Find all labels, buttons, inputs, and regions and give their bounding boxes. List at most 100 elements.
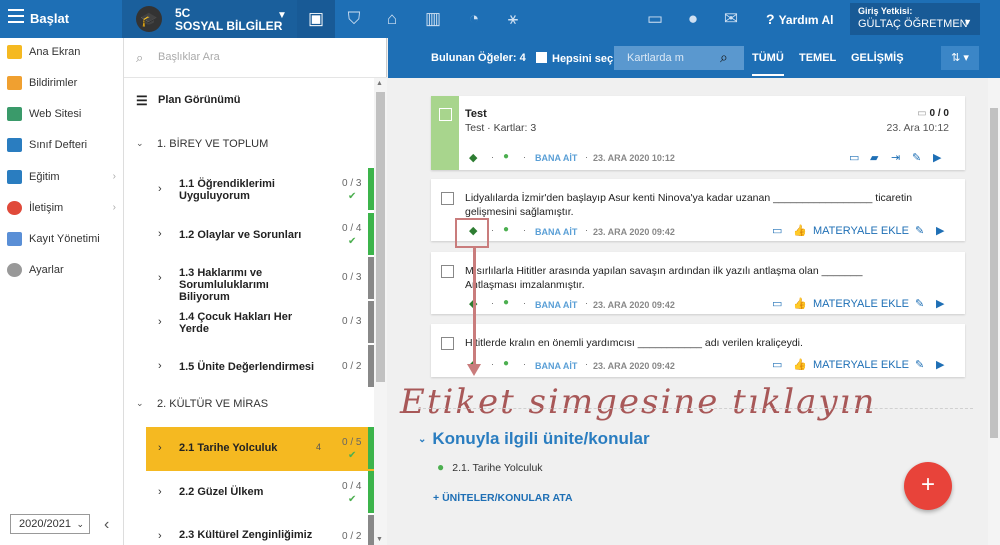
- edit-icon[interactable]: ✎: [912, 151, 921, 164]
- thumbs-up-icon[interactable]: 👍: [793, 224, 807, 237]
- play-icon[interactable]: ▶: [936, 297, 944, 310]
- user-selector[interactable]: Giriş Yetkisi: GÜLTAÇ ÖĞRETMEN ▼: [850, 3, 980, 35]
- test-card[interactable]: Test Test · Kartlar: 3 ▭ 0 / 0 23. Ara 10…: [431, 96, 965, 170]
- nav-item-bildirimler[interactable]: Bildirimler: [0, 69, 124, 97]
- cast-icon[interactable]: ▭: [772, 224, 782, 237]
- cast-icon[interactable]: ▭: [636, 0, 674, 38]
- checkbox[interactable]: [536, 52, 547, 63]
- unit-row[interactable]: › 1.3 Haklarımı ve Sorumluluklarımı Biliy…: [146, 257, 374, 303]
- test-subtitle: Test · Kartlar: 3: [465, 122, 537, 134]
- edit-icon[interactable]: ✎: [915, 224, 924, 237]
- nav-item-egitim[interactable]: Eğitim ›: [0, 163, 124, 191]
- edit-icon[interactable]: ✎: [915, 297, 924, 310]
- mail-icon[interactable]: ✉: [712, 0, 750, 38]
- card-checkbox[interactable]: [441, 192, 454, 205]
- question-icon: ?: [766, 11, 775, 27]
- institution-icon[interactable]: ⌂: [373, 0, 411, 38]
- cast-icon[interactable]: ▭: [849, 151, 859, 164]
- globe-icon[interactable]: ●: [503, 297, 509, 308]
- thumbs-up-icon[interactable]: 👍: [793, 358, 807, 371]
- tab-temel[interactable]: TEMEL: [799, 52, 836, 64]
- highlight-box: [455, 218, 489, 248]
- globe-icon[interactable]: ●: [503, 151, 509, 162]
- help-button[interactable]: ? Yardım Al: [766, 11, 833, 27]
- play-icon[interactable]: ▶: [936, 358, 944, 371]
- user-name: GÜLTAÇ ÖĞRETMEN: [858, 18, 968, 30]
- content-scrollbar[interactable]: [988, 78, 1000, 545]
- tab-gelismis[interactable]: GELİŞMİŞ: [851, 52, 904, 64]
- nav-item-ayarlar[interactable]: Ayarlar: [0, 256, 124, 284]
- bar-chart-icon[interactable]: ▥: [414, 0, 452, 38]
- menu-icon[interactable]: [8, 9, 24, 23]
- globe-icon[interactable]: ●: [503, 224, 509, 235]
- section-kultur-ve-miras[interactable]: ⌄ 2. KÜLTÜR VE MİRAS: [124, 384, 374, 424]
- nav-item-iletisim[interactable]: İletişim ›: [0, 194, 124, 222]
- top-bar: Başlat 🎓 5C SOSYAL BİLGİLER ▼ ▣ ⛉ ⌂ ▥ ◔ …: [0, 0, 1000, 38]
- play-icon[interactable]: ▶: [933, 151, 941, 164]
- tag-icon[interactable]: ◆: [469, 151, 477, 164]
- related-topic-item: ● 2.1. Tarihe Yolculuk: [437, 460, 543, 474]
- class-selector[interactable]: 🎓 5C SOSYAL BİLGİLER ▼: [122, 0, 297, 38]
- app-title[interactable]: Başlat: [30, 11, 69, 26]
- arrow-down-icon: [467, 364, 481, 376]
- year-select[interactable]: 2020/2021 ⌄: [10, 514, 90, 534]
- sort-button[interactable]: ⇅ ▾: [941, 46, 979, 70]
- cast-icon[interactable]: ▭: [772, 297, 782, 310]
- select-all-checkbox[interactable]: Hepsini seç: [536, 52, 613, 65]
- scroll-thumb[interactable]: [990, 108, 998, 438]
- card-checkbox[interactable]: [441, 337, 454, 350]
- unit-row[interactable]: › 1.1 Öğrendiklerimi Uyguluyorum 0 / 3 ✔: [146, 168, 374, 212]
- chat-icon[interactable]: ●: [674, 0, 712, 38]
- thumbs-up-icon[interactable]: 👍: [793, 297, 807, 310]
- nav-item-sinif-defteri[interactable]: Sınıf Defteri: [0, 131, 124, 159]
- card-search-input[interactable]: Kartlarda m: [627, 52, 684, 64]
- collapse-icon[interactable]: ‹: [104, 516, 109, 534]
- plan-view-toggle[interactable]: ☰ Plan Görünümü: [124, 78, 374, 120]
- play-icon[interactable]: ▶: [936, 224, 944, 237]
- cast-icon[interactable]: ▭: [772, 358, 782, 371]
- chevron-right-icon: ›: [158, 316, 162, 328]
- unit-row[interactable]: › 1.2 Olaylar ve Sorunları 0 / 4 ✔: [146, 213, 374, 257]
- edit-icon[interactable]: ✎: [915, 358, 924, 371]
- topic-search[interactable]: ⌕ Başlıklar Ara: [124, 38, 387, 78]
- scroll-thumb[interactable]: [376, 92, 385, 382]
- scroll-up-icon[interactable]: ▲: [376, 80, 383, 87]
- assign-topics-link[interactable]: + ÜNİTELER/KONULAR ATA: [433, 492, 573, 504]
- nav-item-web-sitesi[interactable]: Web Sitesi: [0, 100, 124, 128]
- enter-icon[interactable]: ⇥: [891, 151, 900, 164]
- tab-tumu[interactable]: TÜMÜ: [752, 52, 784, 76]
- scroll-down-icon[interactable]: ▼: [376, 536, 383, 543]
- question-card[interactable]: Hititlerde kralın en önemli yardımcısı _…: [431, 324, 965, 377]
- globe-icon[interactable]: ●: [503, 358, 509, 369]
- card-checkbox[interactable]: [439, 108, 452, 121]
- unit-row-active[interactable]: › 2.1 Tarihe Yolculuk 4 0 / 5 ✔: [146, 427, 374, 471]
- add-material-button[interactable]: MATERYALE EKLE: [813, 359, 909, 371]
- briefcase-icon[interactable]: ▣: [297, 0, 335, 38]
- nav-item-ana-ekran[interactable]: Ana Ekran: [0, 38, 124, 66]
- unit-row[interactable]: › 1.5 Ünite Değerlendirmesi 0 / 2: [146, 345, 374, 389]
- add-fab-button[interactable]: +: [904, 462, 952, 510]
- unit-row[interactable]: › 2.2 Güzel Ülkem 0 / 4 ✔: [146, 471, 374, 515]
- related-topics-heading[interactable]: ⌄ Konuyla ilgili ünite/konular: [418, 429, 650, 449]
- shield-icon[interactable]: ⛉: [335, 0, 373, 38]
- topic-scrollbar[interactable]: ▲ ▼: [374, 78, 387, 545]
- card-search[interactable]: Kartlarda m ⌕: [614, 46, 744, 70]
- section-birey-ve-toplum[interactable]: ⌄ 1. BİREY VE TOPLUM: [124, 124, 374, 164]
- question-card[interactable]: Mısırlılarla Hititler arasında yapılan s…: [431, 252, 965, 314]
- nav-item-kayit-yonetimi[interactable]: Kayıt Yönetimi: [0, 225, 124, 253]
- walking-icon[interactable]: ⚹: [494, 0, 532, 38]
- card-checkbox[interactable]: [441, 265, 454, 278]
- chevron-right-icon: ›: [112, 171, 116, 182]
- question-card[interactable]: Lidyalılarda İzmir'den başlayıp Asur ken…: [431, 179, 965, 241]
- search-icon[interactable]: ⌕: [720, 49, 728, 66]
- chevron-right-icon: ›: [158, 530, 162, 542]
- caret-down-icon: ▼: [277, 10, 287, 21]
- divider: [418, 408, 973, 409]
- add-material-button[interactable]: MATERYALE EKLE: [813, 225, 909, 237]
- folder-icon[interactable]: ▰: [870, 151, 878, 164]
- add-material-button[interactable]: MATERYALE EKLE: [813, 298, 909, 310]
- unit-row[interactable]: › 2.3 Kültürel Zenginliğimiz 0 / 2: [146, 515, 374, 545]
- gauge-icon[interactable]: ◔: [455, 0, 493, 38]
- topic-search-input[interactable]: Başlıklar Ara: [158, 51, 220, 63]
- unit-row[interactable]: › 1.4 Çocuk Hakları Her Yerde 0 / 3: [146, 301, 374, 345]
